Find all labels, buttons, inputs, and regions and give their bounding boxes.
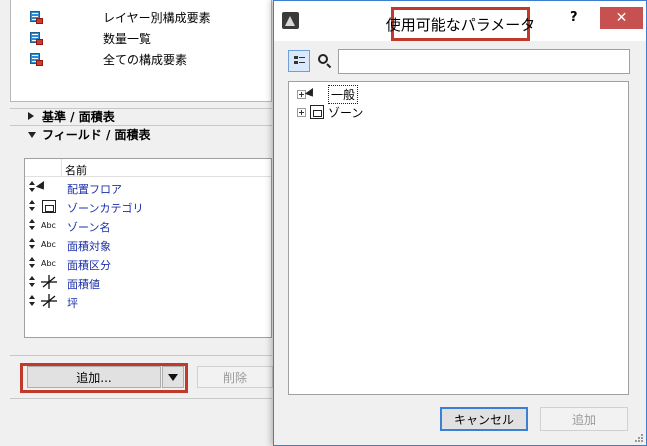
dialog-titlebar[interactable]: 使用可能なパラメータ ? ✕ <box>274 1 646 41</box>
search-icon <box>318 54 328 64</box>
report-item-label: レイヤー別構成要素 <box>103 10 211 25</box>
field-name: ゾーン名 <box>67 221 111 234</box>
remove-button[interactable]: 削除 <box>197 366 273 388</box>
abc-icon: Abc <box>41 259 56 268</box>
abc-icon: Abc <box>41 240 56 249</box>
field-table-header: 名前 <box>25 159 271 177</box>
dialog-title: 使用可能なパラメータ <box>385 15 536 34</box>
report-list-icon <box>29 31 43 45</box>
field-name: 面積区分 <box>67 259 111 272</box>
add-button[interactable]: 追加... <box>27 366 161 388</box>
reorder-arrows-icon[interactable] <box>29 295 35 307</box>
column-header-name[interactable]: 名前 <box>65 162 87 178</box>
field-name: 面積値 <box>67 278 100 291</box>
app-logo-icon <box>282 12 299 29</box>
expand-icon[interactable] <box>297 107 306 117</box>
report-item-label: 全ての構成要素 <box>103 52 188 67</box>
tree-view-icon[interactable] <box>288 50 310 72</box>
crosshair-icon <box>41 294 59 309</box>
field-name: 面積対象 <box>67 240 111 253</box>
section-fields[interactable]: フィールド / 面積表 <box>28 125 151 143</box>
tree-node-label: ゾーン <box>328 105 364 120</box>
report-item-layer-elements[interactable]: レイヤー別構成要素 <box>29 8 211 26</box>
table-row[interactable]: 面積値 <box>25 273 271 292</box>
table-row[interactable]: Abc 面積区分 <box>25 254 271 273</box>
parameter-tree: 一般 ゾーン <box>288 81 629 395</box>
field-name: 坪 <box>67 297 78 310</box>
help-button[interactable]: ? <box>570 10 578 25</box>
table-row[interactable]: Abc 面積対象 <box>25 235 271 254</box>
table-row[interactable]: Abc ゾーン名 <box>25 216 271 235</box>
table-row[interactable]: ゾーンカテゴリ <box>25 197 271 216</box>
cursor-icon <box>41 180 59 195</box>
report-list-icon <box>29 52 43 66</box>
section-label: フィールド / 面積表 <box>42 127 151 142</box>
reorder-arrows-icon[interactable] <box>29 181 35 193</box>
close-button[interactable]: ✕ <box>600 7 643 29</box>
report-item-label: 数量一覧 <box>103 31 152 46</box>
abc-icon: Abc <box>41 221 56 230</box>
zone-icon <box>310 105 324 119</box>
chevron-right-icon <box>28 112 34 120</box>
chevron-down-icon <box>168 373 178 381</box>
crosshair-icon <box>41 275 59 290</box>
divider <box>10 355 272 356</box>
reorder-arrows-icon[interactable] <box>29 238 35 250</box>
available-parameters-dialog: 使用可能なパラメータ ? ✕ 一般 ゾーン キャンセル 追加 <box>273 0 647 446</box>
reorder-arrows-icon[interactable] <box>29 219 35 231</box>
field-name: 配置フロア <box>67 183 122 196</box>
report-item-all-elements[interactable]: 全ての構成要素 <box>29 50 187 68</box>
zone-icon <box>41 199 59 214</box>
reorder-arrows-icon[interactable] <box>29 276 35 288</box>
add-dropdown-button[interactable] <box>162 366 184 388</box>
tree-node-zone[interactable]: ゾーン <box>297 103 363 121</box>
section-label: 基準 / 面積表 <box>42 109 115 124</box>
dialog-title-highlight: 使用可能なパラメータ <box>386 7 535 41</box>
reorder-arrows-icon[interactable] <box>29 200 35 212</box>
section-criteria[interactable]: 基準 / 面積表 <box>28 107 115 125</box>
field-table: 名前 配置フロア ゾーンカテゴリ Abc ゾーン名 Abc 面積対象 Abc 面… <box>24 158 272 338</box>
dialog-toolbar <box>288 49 633 75</box>
chevron-down-icon <box>28 132 36 138</box>
tree-node-general[interactable]: 一般 <box>297 84 359 104</box>
tree-node-label: 一般 <box>328 84 359 104</box>
report-item-quantity-list[interactable]: 数量一覧 <box>29 29 151 47</box>
report-list-icon <box>29 10 43 24</box>
cancel-button[interactable]: キャンセル <box>440 407 528 431</box>
divider <box>10 398 272 399</box>
field-name: ゾーンカテゴリ <box>67 202 144 215</box>
resize-grip-icon[interactable] <box>632 431 644 443</box>
report-list: レイヤー別構成要素 数量一覧 全ての構成要素 <box>10 0 272 102</box>
table-row[interactable]: 配置フロア <box>25 178 271 197</box>
cursor-icon <box>310 87 324 101</box>
table-row[interactable]: 坪 <box>25 292 271 311</box>
reorder-arrows-icon[interactable] <box>29 257 35 269</box>
search-input[interactable] <box>338 49 630 74</box>
add-parameter-button[interactable]: 追加 <box>540 407 628 431</box>
